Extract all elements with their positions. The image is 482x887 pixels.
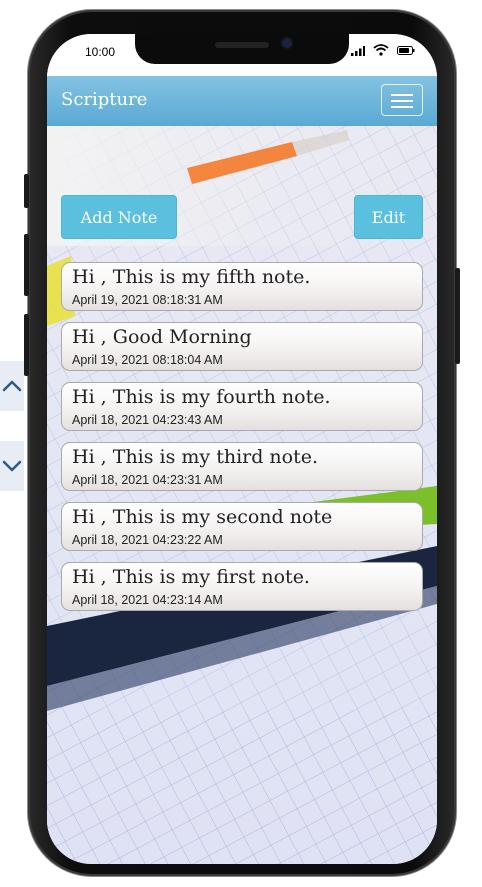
note-title: Hi , This is my fourth note. — [72, 386, 331, 408]
signal-icon — [351, 46, 365, 56]
chevron-up-icon — [2, 380, 22, 392]
note-item[interactable]: Hi , Good Morning April 19, 2021 08:18:0… — [61, 322, 423, 371]
note-item[interactable]: Hi , This is my fourth note. April 18, 2… — [61, 382, 423, 431]
note-date: April 18, 2021 04:23:22 AM — [72, 533, 223, 547]
note-item[interactable]: Hi , This is my third note. April 18, 20… — [61, 442, 423, 491]
hamburger-icon — [391, 106, 413, 108]
app-navbar: Scripture — [47, 76, 437, 126]
front-camera — [282, 38, 292, 48]
note-title: Hi , Good Morning — [72, 326, 252, 348]
phone-screen: 10:00 Scripture Add Note Edit Hi , This … — [47, 34, 437, 864]
notch — [135, 34, 349, 64]
note-item[interactable]: Hi , This is my fifth note. April 19, 20… — [61, 262, 423, 311]
mute-switch — [24, 174, 29, 208]
status-bar: 10:00 — [47, 34, 437, 76]
add-note-button[interactable]: Add Note — [61, 195, 177, 239]
menu-toggle-button[interactable] — [381, 84, 423, 116]
edit-button[interactable]: Edit — [354, 195, 423, 239]
note-title: Hi , This is my first note. — [72, 566, 310, 588]
note-title: Hi , This is my second note — [72, 506, 333, 528]
volume-up-button — [24, 234, 29, 296]
note-date: April 18, 2021 04:23:31 AM — [72, 473, 223, 487]
note-item[interactable]: Hi , This is my first note. April 18, 20… — [61, 562, 423, 611]
note-date: April 19, 2021 08:18:04 AM — [72, 353, 223, 367]
notes-list: Hi , This is my fifth note. April 19, 20… — [61, 262, 423, 622]
hamburger-icon — [391, 94, 413, 96]
note-date: April 18, 2021 04:23:43 AM — [72, 413, 223, 427]
note-title: Hi , This is my third note. — [72, 446, 319, 468]
note-date: April 18, 2021 04:23:14 AM — [72, 593, 223, 607]
chevron-down-icon — [2, 460, 22, 472]
wifi-icon — [373, 44, 389, 56]
scroll-up-button[interactable] — [0, 361, 24, 411]
app-title[interactable]: Scripture — [61, 89, 147, 110]
hamburger-icon — [391, 100, 413, 102]
speaker-grille — [215, 42, 269, 48]
note-title: Hi , This is my fifth note. — [72, 266, 311, 288]
battery-icon — [397, 46, 415, 55]
scroll-down-button[interactable] — [0, 441, 24, 491]
note-date: April 19, 2021 08:18:31 AM — [72, 293, 223, 307]
note-item[interactable]: Hi , This is my second note April 18, 20… — [61, 502, 423, 551]
volume-down-button — [24, 314, 29, 376]
power-button — [455, 268, 460, 364]
status-time: 10:00 — [85, 45, 116, 59]
